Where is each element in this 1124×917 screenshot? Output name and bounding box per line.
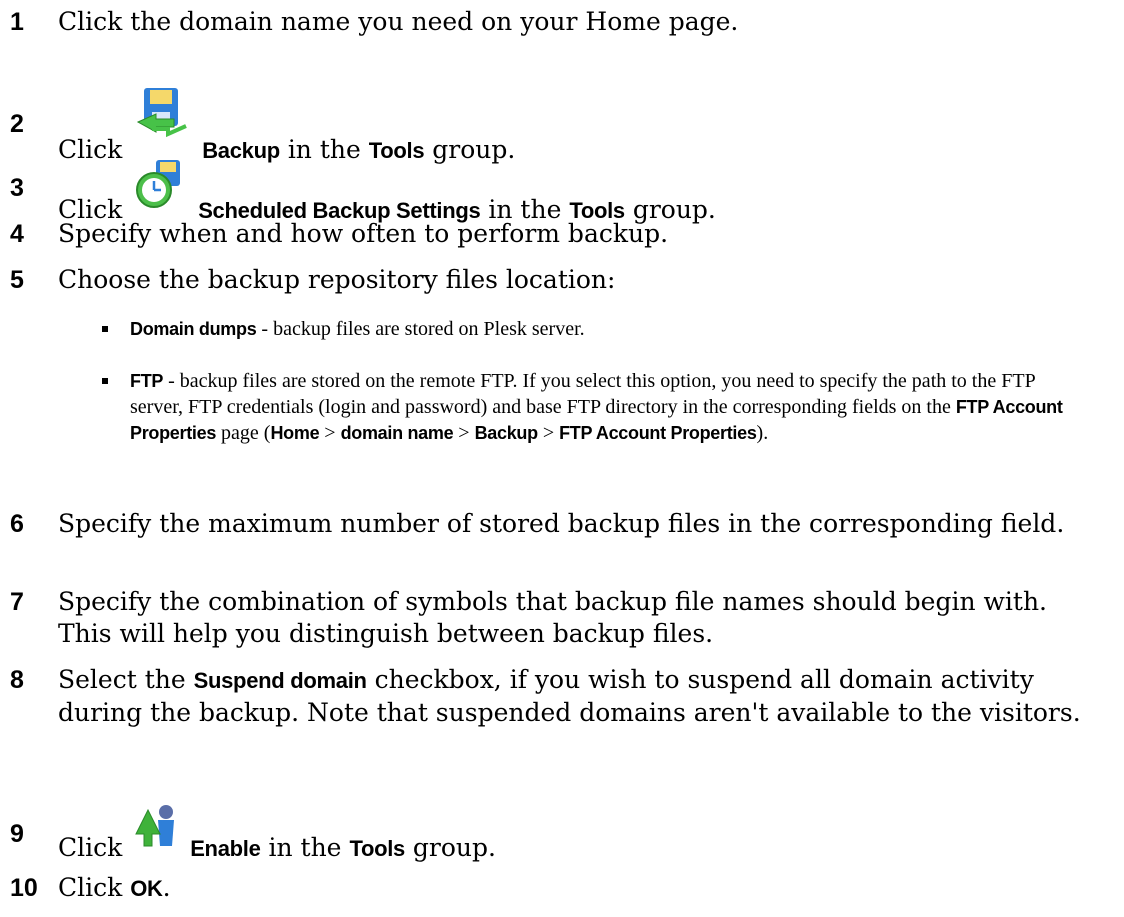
step-text: Choose the backup repository files locat…: [58, 265, 616, 294]
ftp-label: FTP: [130, 371, 164, 391]
step-1: 1 Click the domain name you need on your…: [10, 6, 1104, 38]
in-the-text: in the: [287, 135, 361, 164]
step-number: 10: [10, 874, 38, 902]
click-word: Click: [58, 873, 123, 902]
bullet-marker: [102, 326, 108, 332]
step-number: 1: [10, 8, 24, 36]
scheduled-backup-clock-icon[interactable]: [134, 158, 186, 218]
backup-floppy-arrow-icon[interactable]: [134, 86, 190, 150]
step-5: 5 Choose the backup repository files loc…: [10, 264, 1104, 296]
step-7: 7 Specify the combination of symbols tha…: [10, 586, 1104, 650]
backup-label[interactable]: Backup: [202, 138, 280, 163]
step-number: 8: [10, 666, 24, 694]
path-separator: >: [537, 422, 560, 444]
step-9: 9 Click Enable in the Tools group.: [10, 805, 1104, 870]
step-number: 5: [10, 266, 24, 294]
step-8: 8 Select the Suspend domain checkbox, if…: [10, 664, 1104, 729]
path-domain-name: domain name: [340, 423, 454, 443]
step-text: Specify the maximum number of stored bac…: [58, 509, 1065, 538]
step-text: Specify when and how often to perform ba…: [58, 219, 669, 248]
tail-text: .: [162, 873, 171, 902]
path-separator: >: [453, 422, 475, 444]
step-text: Click the domain name you need on your H…: [58, 7, 739, 36]
bullet-domain-dumps: Domain dumps - backup files are stored o…: [102, 316, 1084, 342]
step-number: 3: [10, 174, 24, 202]
suspend-domain-label[interactable]: Suspend domain: [194, 668, 367, 693]
step-number: 7: [10, 588, 24, 616]
enable-arrow-user-icon[interactable]: [134, 804, 178, 856]
step-4: 4 Specify when and how often to perform …: [10, 218, 1104, 250]
click-word: Click: [58, 135, 123, 164]
instructions-page: 1 Click the domain name you need on your…: [0, 0, 1124, 917]
step-6: 6 Specify the maximum number of stored b…: [10, 508, 1104, 540]
tools-group-label: Tools: [368, 138, 425, 163]
pre-text: Select the: [58, 665, 186, 694]
page-word: page (: [221, 422, 271, 444]
step-number: 9: [10, 820, 24, 848]
path-end: ).: [756, 422, 769, 444]
step-text: Specify the combination of symbols that …: [58, 587, 1047, 648]
path-ftp-account-properties: FTP Account Properties: [559, 423, 757, 443]
tail-text: group.: [412, 833, 496, 862]
path-separator: >: [319, 422, 341, 444]
bullet-text: - backup files are stored on Plesk serve…: [256, 318, 585, 340]
step-number: 6: [10, 510, 24, 538]
ok-label[interactable]: OK: [130, 876, 163, 901]
bullet-ftp: FTP - backup files are stored on the rem…: [102, 368, 1084, 446]
domain-dumps-label: Domain dumps: [130, 319, 257, 339]
bullet-text: - backup files are stored on the remote …: [130, 370, 1035, 418]
click-word: Click: [58, 833, 123, 862]
step-number: 2: [10, 110, 24, 138]
bullet-marker: [102, 378, 108, 384]
tools-group-label: Tools: [349, 836, 405, 861]
in-the-text: in the: [268, 833, 342, 862]
path-backup: Backup: [474, 423, 539, 443]
enable-label[interactable]: Enable: [190, 836, 261, 861]
step-number: 4: [10, 220, 24, 248]
step-10: 10 Click OK.: [10, 872, 1104, 905]
path-home: Home: [270, 423, 320, 443]
tail-text: group.: [432, 135, 516, 164]
